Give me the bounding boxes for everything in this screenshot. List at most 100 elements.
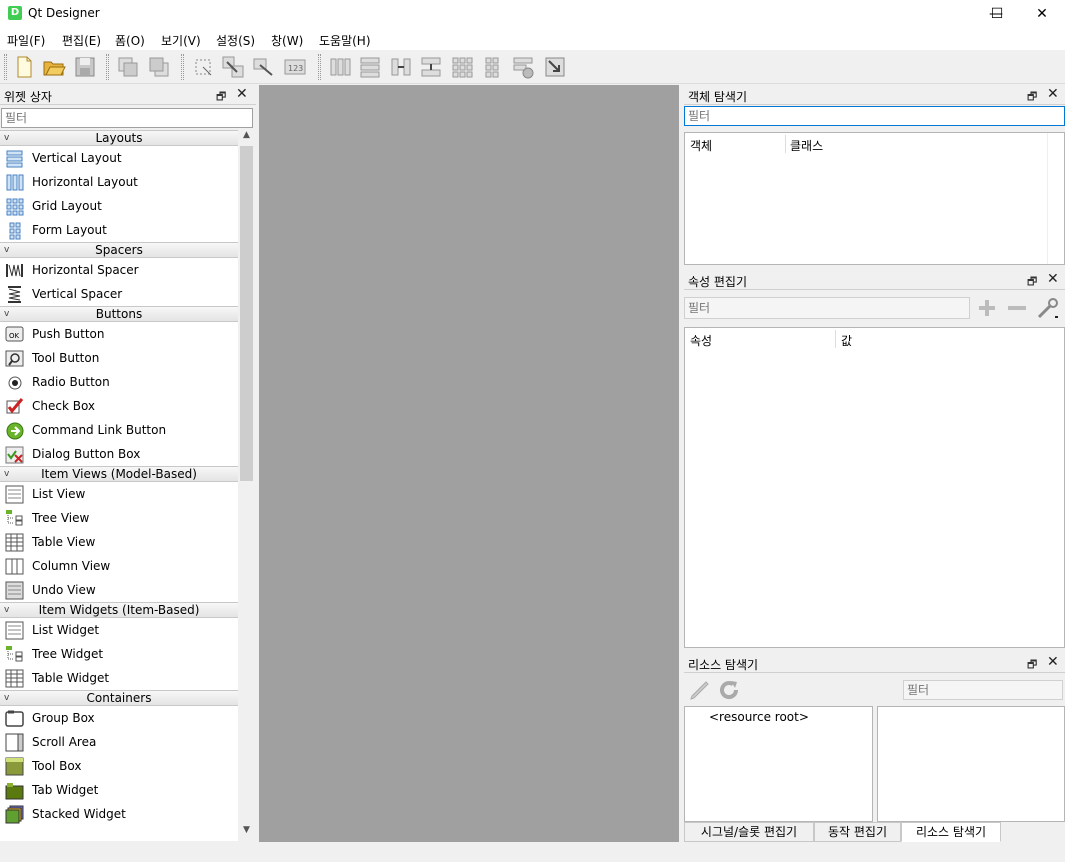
close-icon[interactable]: ✕ [1047,271,1059,287]
edit-tab-order-icon[interactable]: 123 [283,55,307,79]
mdi-area[interactable] [259,85,679,842]
menu-edit[interactable]: 편집(E) [62,32,101,49]
tab-signal-slot-editor[interactable]: 시그널/슬롯 편집기 [684,822,814,842]
menu-form[interactable]: 폼(O) [115,32,145,49]
resource-list[interactable] [877,706,1065,822]
menu-settings[interactable]: 설정(S) [216,32,255,49]
widget-item-dialog-button-box[interactable]: Dialog Button Box [0,442,238,466]
category-buttons[interactable]: v Buttons [0,306,238,322]
lay-out-form-icon[interactable] [481,55,505,79]
widget-item-grid-layout[interactable]: Grid Layout [0,194,238,218]
widget-item-vertical-layout[interactable]: Vertical Layout [0,146,238,170]
category-item-widgets-item-based[interactable]: v Item Widgets (Item-Based) [0,602,238,618]
category-item-views-model-based[interactable]: v Item Views (Model-Based) [0,466,238,482]
widget-item-tool-button[interactable]: Tool Button [0,346,238,370]
edit-buddies-icon[interactable] [252,55,276,79]
tab-resource-browser[interactable]: 리소스 탐색기 [901,822,1001,842]
send-to-back-icon[interactable] [116,55,140,79]
object-tree-scrollbar[interactable] [1047,133,1064,264]
object-tree[interactable]: 객체 클래스 [684,132,1065,265]
widget-item-command-link-button[interactable]: Command Link Button [0,418,238,442]
tool-button-icon [5,349,24,367]
new-file-icon[interactable] [12,55,36,79]
float-icon[interactable]: 🗗 [1027,656,1037,675]
widget-item-scroll-area[interactable]: Scroll Area [0,730,238,754]
scroll-thumb[interactable] [240,146,253,481]
widget-item-horizontal-layout[interactable]: Horizontal Layout [0,170,238,194]
category-spacers[interactable]: v Spacers [0,242,238,258]
widget-item-tree-widget[interactable]: Tree Widget [0,642,238,666]
menu-help[interactable]: 도움말(H) [319,32,371,49]
lay-out-grid-icon[interactable] [450,55,474,79]
float-icon[interactable]: 🗗 [1027,88,1037,107]
column-header-object[interactable]: 객체 [690,137,712,154]
maximize-button[interactable]: ☐ [974,0,1020,28]
plus-icon[interactable] [975,297,999,319]
widget-item-vertical-spacer[interactable]: Vertical Spacer [0,282,238,306]
category-layouts[interactable]: v Layouts [0,130,238,146]
widget-item-horizontal-spacer[interactable]: Horizontal Spacer [0,258,238,282]
widget-item-list-view[interactable]: List View [0,482,238,506]
category-containers[interactable]: v Containers [0,690,238,706]
widget-list-scrollbar[interactable]: ▲ ▼ [238,130,255,841]
edit-widgets-icon[interactable] [191,55,215,79]
column-header-property[interactable]: 속성 [690,332,712,349]
column-header-class[interactable]: 클래스 [790,137,823,154]
widget-item-undo-view[interactable]: Undo View [0,578,238,602]
close-icon[interactable]: ✕ [1047,654,1059,670]
widget-filter-input[interactable] [1,108,253,128]
radio-button-icon [5,373,24,391]
widget-item-stacked-widget[interactable]: Stacked Widget [0,802,238,826]
vertical-splitter-icon[interactable] [419,55,443,79]
property-filter-input[interactable] [684,297,970,319]
scroll-up-arrow[interactable]: ▲ [238,130,255,146]
open-folder-icon[interactable] [42,55,66,79]
minus-icon[interactable] [1005,297,1029,319]
close-icon[interactable]: ✕ [236,86,248,102]
widget-item-check-box[interactable]: Check Box [0,394,238,418]
widget-item-push-button[interactable]: OK Push Button [0,322,238,346]
widget-item-label: Command Link Button [32,423,167,437]
resource-root-item[interactable]: <resource root> [709,710,809,724]
toolbar-handle[interactable] [4,54,7,80]
widget-item-group-box[interactable]: Group Box [0,706,238,730]
scroll-down-arrow[interactable]: ▼ [238,825,255,841]
menu-view[interactable]: 보기(V) [161,32,201,49]
object-filter-input[interactable] [684,106,1065,126]
edit-signals-slots-icon[interactable] [221,55,245,79]
reload-icon[interactable] [717,678,741,702]
table-widget-icon [5,669,24,688]
widget-item-tool-box[interactable]: Tool Box [0,754,238,778]
float-icon[interactable]: 🗗 [1027,273,1037,292]
menu-file[interactable]: 파일(F) [7,32,45,49]
widget-item-table-view[interactable]: Table View [0,530,238,554]
close-button[interactable]: ✕ [1019,0,1065,28]
widget-item-label: Dialog Button Box [32,447,141,461]
widget-item-label: Check Box [32,399,96,413]
column-header-value[interactable]: 값 [841,332,852,349]
save-icon[interactable] [73,55,97,79]
wrench-icon[interactable] [1035,297,1061,321]
property-table[interactable]: 속성 값 [684,327,1065,648]
menu-window[interactable]: 창(W) [271,32,303,49]
float-icon[interactable]: 🗗 [216,88,226,107]
break-layout-icon[interactable] [511,55,535,79]
widget-item-form-layout[interactable]: Form Layout [0,218,238,242]
widget-item-table-widget[interactable]: Table Widget [0,666,238,690]
bring-to-front-icon[interactable] [147,55,171,79]
widget-item-radio-button[interactable]: Radio Button [0,370,238,394]
horizontal-splitter-icon[interactable] [389,55,413,79]
category-label: Item Widgets (Item-Based) [38,603,200,617]
pencil-icon[interactable] [688,678,712,702]
widget-item-column-view[interactable]: Column View [0,554,238,578]
widget-item-tab-widget[interactable]: Tab Widget [0,778,238,802]
lay-out-vertically-icon[interactable] [358,55,382,79]
tab-action-editor[interactable]: 동작 편집기 [814,822,901,842]
adjust-size-icon[interactable] [543,55,567,79]
widget-item-tree-view[interactable]: Tree View [0,506,238,530]
lay-out-horizontally-icon[interactable] [328,55,352,79]
widget-item-list-widget[interactable]: List Widget [0,618,238,642]
resource-tree[interactable]: <resource root> [684,706,873,822]
close-icon[interactable]: ✕ [1047,86,1059,102]
resource-filter-input[interactable] [903,680,1063,700]
